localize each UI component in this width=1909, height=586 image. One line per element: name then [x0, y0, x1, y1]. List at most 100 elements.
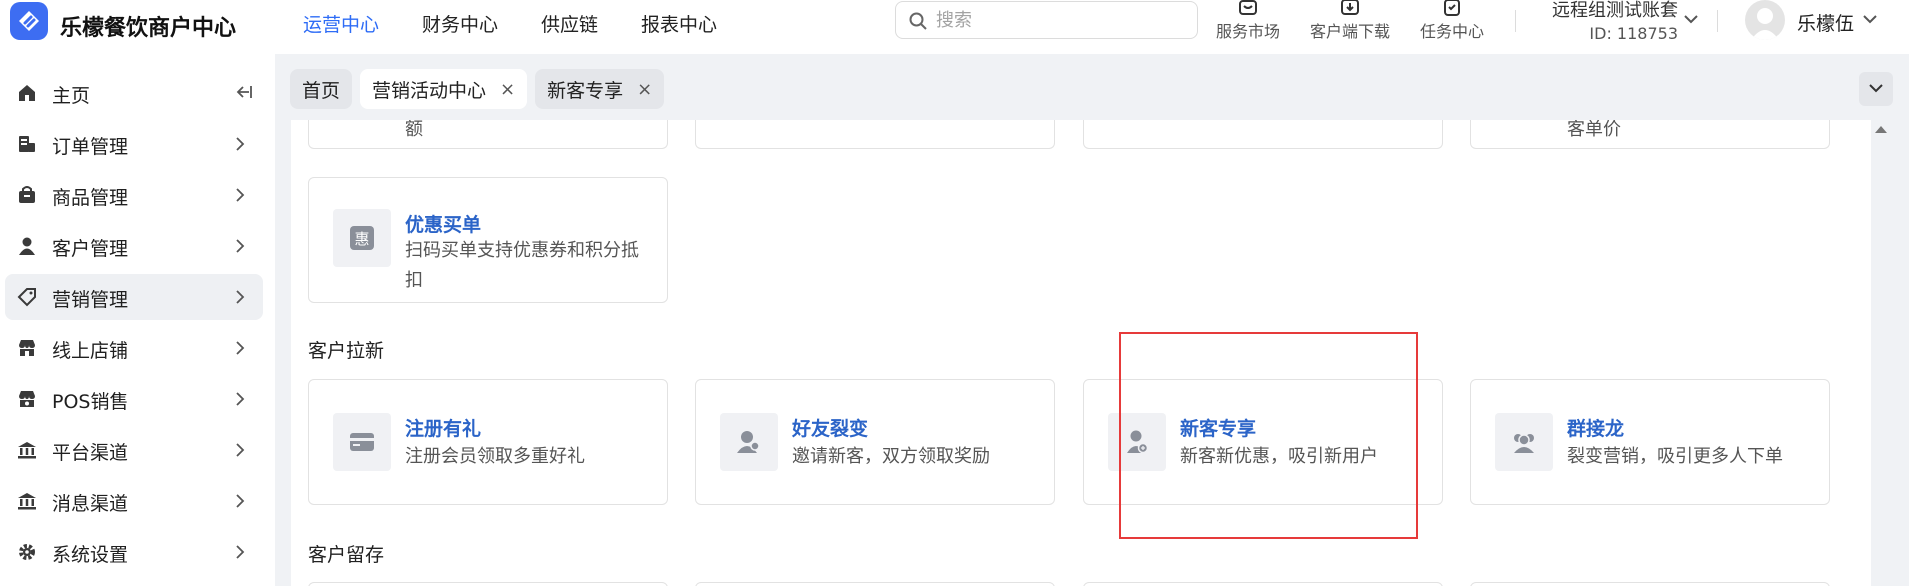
chevron-right-icon — [236, 494, 245, 508]
tab-marketing-center[interactable]: 营销活动中心 × — [360, 69, 528, 109]
tab-dropdown-button[interactable] — [1859, 72, 1893, 106]
chevron-right-icon — [236, 443, 245, 457]
sidebar-item-online-store[interactable]: 线上店铺 — [5, 325, 263, 371]
sidebar-item-home[interactable]: 主页 — [5, 70, 263, 116]
chevron-right-icon — [236, 341, 245, 355]
chevron-right-icon — [236, 392, 245, 406]
user-name[interactable]: 乐檬伍 — [1797, 9, 1854, 36]
discount-icon: 惠 — [333, 209, 391, 267]
card-icon — [333, 413, 391, 471]
user-icon — [19, 237, 35, 255]
main-content: 额 客单价 惠 优惠买单 扫码买单支持优惠券和积分抵扣 客户拉新 注册有礼 注册… — [291, 120, 1871, 586]
users-icon — [720, 413, 778, 471]
top-nav: 运营中心 财务中心 供应链 报表中心 — [303, 10, 760, 37]
chevron-down-icon — [1869, 84, 1883, 93]
chevron-right-icon — [236, 137, 245, 151]
activity-card-desc: 注册会员领取多重好礼 — [405, 446, 585, 467]
top-nav-operations[interactable]: 运营中心 — [303, 10, 379, 37]
activity-card-desc: 客单价 — [1567, 120, 1621, 140]
avatar[interactable] — [1745, 0, 1785, 40]
sidebar-item-products[interactable]: 商品管理 — [5, 172, 263, 218]
scroll-up-arrow-icon[interactable] — [1874, 124, 1888, 134]
activity-card-register-gift[interactable]: 注册有礼 注册会员领取多重好礼 — [308, 379, 668, 505]
home-icon — [19, 85, 35, 101]
activity-card-partial[interactable] — [695, 120, 1055, 149]
pos-icon — [19, 391, 35, 407]
brand-name: 乐檬餐饮商户中心 — [60, 16, 237, 41]
store-icon — [1239, 0, 1257, 15]
app-logo[interactable] — [10, 2, 48, 40]
group-icon — [1495, 413, 1553, 471]
account-id: ID: 118753 — [1589, 24, 1678, 43]
close-icon[interactable]: × — [500, 79, 515, 100]
top-nav-finance[interactable]: 财务中心 — [422, 10, 498, 37]
close-icon[interactable]: × — [637, 79, 652, 100]
collapse-sidebar-icon[interactable] — [235, 84, 253, 100]
activity-card-partial[interactable]: 客单价 — [1470, 120, 1830, 149]
activity-card-youhui[interactable]: 惠 优惠买单 扫码买单支持优惠券和积分抵扣 — [308, 177, 668, 303]
top-nav-supply-chain[interactable]: 供应链 — [541, 10, 598, 37]
activity-card-desc: 新客新优惠，吸引新用户 — [1180, 446, 1378, 467]
section-title-acquire: 客户拉新 — [308, 340, 385, 362]
sidebar-item-label: 平台渠道 — [52, 442, 129, 464]
tool-service-market[interactable]: 服务市场 — [1203, 0, 1293, 42]
activity-card-partial[interactable] — [1083, 120, 1443, 149]
tab-new-customer[interactable]: 新客专享 × — [535, 69, 665, 109]
top-nav-reports[interactable]: 报表中心 — [641, 10, 717, 37]
activity-card-group-chain[interactable]: 群接龙 裂变营销，吸引更多人下单 — [1470, 379, 1830, 505]
tab-label: 营销活动中心 — [372, 79, 487, 102]
activity-card-partial[interactable] — [695, 582, 1055, 586]
chevron-right-icon — [236, 239, 245, 253]
activity-card-partial[interactable]: 额 — [308, 120, 668, 149]
tool-client-download-label: 客户端下载 — [1309, 22, 1390, 41]
chevron-right-icon — [236, 188, 245, 202]
bank-icon — [18, 493, 36, 510]
activity-card-partial[interactable] — [1470, 582, 1830, 586]
sidebar-item-label: 消息渠道 — [52, 493, 129, 515]
new-user-icon — [1108, 413, 1166, 471]
download-icon — [1341, 0, 1359, 15]
tab-label: 首页 — [302, 79, 341, 102]
activity-card-partial[interactable] — [308, 582, 668, 586]
discount-icon-char: 惠 — [354, 230, 369, 248]
sidebar-item-pos[interactable]: POS销售 — [5, 376, 263, 422]
clipboard-check-icon — [1444, 0, 1460, 16]
activity-card-friend-fission[interactable]: 好友裂变 邀请新客，双方领取奖励 — [695, 379, 1055, 505]
gear-icon — [19, 544, 35, 560]
activity-card-desc: 裂变营销，吸引更多人下单 — [1567, 446, 1783, 467]
sidebar-item-label: 主页 — [52, 85, 91, 107]
activity-card-title: 优惠买单 — [405, 214, 482, 236]
section-title-retain: 客户留存 — [308, 544, 385, 566]
chevron-down-icon[interactable] — [1683, 14, 1699, 24]
tab-home[interactable]: 首页 — [290, 69, 353, 109]
account-name: 远程组测试账套 — [1552, 0, 1678, 21]
divider — [1515, 10, 1516, 32]
divider — [1717, 10, 1718, 32]
activity-card-partial[interactable] — [1083, 582, 1443, 586]
tool-service-market-label: 服务市场 — [1215, 22, 1280, 41]
sidebar-item-marketing[interactable]: 营销管理 — [5, 274, 263, 320]
sidebar-item-label: 营销管理 — [52, 289, 129, 311]
activity-card-new-customer[interactable]: 新客专享 新客新优惠，吸引新用户 — [1083, 379, 1443, 505]
account-switcher[interactable]: 远程组测试账套 ID: 118753 — [1530, 0, 1678, 43]
sidebar-item-message-channels[interactable]: 消息渠道 — [5, 478, 263, 524]
sidebar-item-settings[interactable]: 系统设置 — [5, 529, 263, 575]
tool-task-center-label: 任务中心 — [1419, 22, 1484, 41]
tag-icon — [17, 288, 36, 307]
sidebar-item-label: 商品管理 — [52, 187, 129, 209]
tab-label: 新客专享 — [547, 79, 624, 102]
tool-task-center[interactable]: 任务中心 — [1407, 0, 1497, 42]
tool-client-download[interactable]: 客户端下载 — [1305, 0, 1395, 42]
search-input[interactable] — [936, 8, 1186, 32]
bag-icon — [19, 186, 35, 203]
search-box[interactable] — [895, 1, 1198, 39]
sidebar-item-orders[interactable]: 订单管理 — [5, 121, 263, 167]
chevron-down-icon[interactable] — [1862, 14, 1878, 24]
top-bar: 乐檬餐饮商户中心 运营中心 财务中心 供应链 报表中心 服务市场 客户端下载 任… — [0, 0, 1909, 54]
activity-card-desc: 扫码买单支持优惠券和积分抵扣 — [405, 240, 639, 291]
order-icon — [19, 136, 35, 152]
sidebar-item-label: 系统设置 — [52, 544, 129, 566]
sidebar-item-platform-channels[interactable]: 平台渠道 — [5, 427, 263, 473]
sidebar-item-customers[interactable]: 客户管理 — [5, 223, 263, 269]
page-tabs: 首页 营销活动中心 × 新客专享 × — [290, 69, 672, 109]
